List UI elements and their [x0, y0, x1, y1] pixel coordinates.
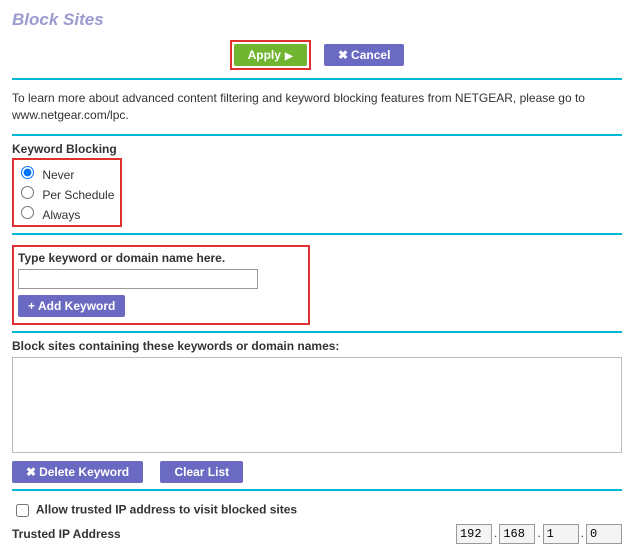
top-button-bar: Apply ▶ ✖Cancel: [12, 40, 622, 70]
divider: [12, 134, 622, 136]
clear-list-button[interactable]: Clear List: [160, 461, 243, 483]
apply-button[interactable]: Apply ▶: [234, 44, 307, 66]
dot: .: [537, 526, 540, 540]
ip-octet-1[interactable]: [456, 524, 492, 544]
delete-keyword-button[interactable]: ✖Delete Keyword: [12, 461, 143, 483]
keyword-blocking-radio-group: Never Per Schedule Always: [12, 158, 122, 227]
trusted-ip-row: Trusted IP Address ...: [12, 524, 622, 544]
block-list-heading: Block sites containing these keywords or…: [12, 339, 622, 353]
divider: [12, 233, 622, 235]
info-text: To learn more about advanced content fil…: [12, 90, 622, 124]
radio-per-schedule-label: Per Schedule: [42, 188, 114, 202]
keyword-entry-box: Type keyword or domain name here. +Add K…: [12, 245, 310, 325]
radio-always[interactable]: [21, 206, 34, 219]
close-icon: ✖: [338, 48, 348, 62]
plus-icon: +: [28, 299, 35, 313]
add-keyword-label: Add Keyword: [38, 299, 115, 313]
close-icon: ✖: [26, 465, 36, 479]
trusted-ip-fields: ...: [456, 524, 622, 544]
list-action-bar: ✖Delete Keyword Clear List: [12, 461, 622, 483]
radio-per-schedule[interactable]: [21, 186, 34, 199]
delete-keyword-label: Delete Keyword: [39, 465, 129, 479]
radio-never-label: Never: [42, 168, 74, 182]
keyword-blocking-heading: Keyword Blocking: [12, 142, 622, 156]
radio-never[interactable]: [21, 166, 34, 179]
radio-always-label: Always: [42, 208, 80, 222]
dot: .: [581, 526, 584, 540]
clear-list-label: Clear List: [174, 465, 229, 479]
dot: .: [494, 526, 497, 540]
keyword-input[interactable]: [18, 269, 258, 289]
ip-octet-2[interactable]: [499, 524, 535, 544]
trusted-ip-label: Trusted IP Address: [12, 527, 121, 541]
apply-button-label: Apply: [248, 48, 281, 62]
ip-octet-4[interactable]: [586, 524, 622, 544]
divider: [12, 78, 622, 80]
cancel-button[interactable]: ✖Cancel: [324, 44, 404, 66]
play-icon: ▶: [285, 51, 293, 62]
trusted-ip-checkbox[interactable]: [16, 504, 29, 517]
apply-highlight-box: Apply ▶: [230, 40, 311, 70]
cancel-button-label: Cancel: [351, 48, 390, 62]
ip-octet-3[interactable]: [543, 524, 579, 544]
keyword-input-label: Type keyword or domain name here.: [18, 251, 258, 265]
add-keyword-button[interactable]: +Add Keyword: [18, 295, 125, 317]
divider: [12, 489, 622, 491]
blocked-keywords-list[interactable]: [12, 357, 622, 453]
divider: [12, 331, 622, 333]
trusted-ip-checkbox-label: Allow trusted IP address to visit blocke…: [36, 502, 297, 516]
trusted-ip-checkbox-row: Allow trusted IP address to visit blocke…: [12, 501, 622, 520]
page-title: Block Sites: [12, 10, 622, 30]
